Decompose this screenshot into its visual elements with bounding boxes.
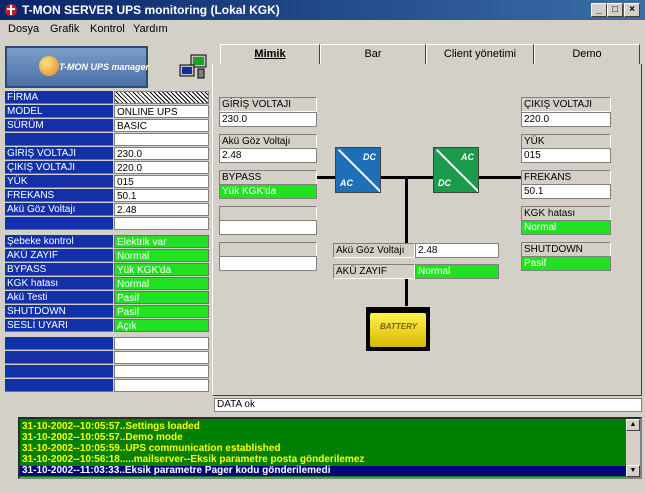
close-button[interactable]: × — [624, 3, 640, 17]
battery-low-label: AKÜ ZAYIF — [333, 264, 415, 279]
wire-input — [317, 176, 335, 179]
input-voltage-label: GİRİŞ VOLTAJI — [219, 97, 317, 112]
bypass-label: BYPASS — [219, 170, 317, 185]
shutdown-label: SHUTDOWN — [521, 242, 611, 257]
logo-emblem — [39, 56, 59, 76]
scroll-up-icon[interactable]: ▲ — [626, 419, 640, 431]
blank-label-2 — [219, 242, 317, 257]
battery-cell-voltage-label: Akü Göz Voltajı — [219, 134, 317, 149]
menu-control[interactable]: Kontrol — [90, 23, 125, 35]
load-value: 015 — [521, 148, 611, 163]
tab-demo[interactable]: Demo — [534, 44, 640, 64]
menu-file[interactable]: Dosya — [8, 23, 39, 35]
output-voltage-value: 220.0 — [521, 112, 611, 127]
shutdown-value: Pasif — [521, 256, 611, 271]
tab-client-management[interactable]: Client yönetimi — [426, 44, 534, 64]
log-line[interactable]: 31-10-2002--10:05:57..Demo mode — [22, 433, 183, 443]
maximize-button[interactable]: □ — [607, 3, 623, 17]
mid-battery-voltage-label: Akü Göz Voltajı — [333, 243, 415, 258]
wire-battery-lower — [405, 278, 408, 306]
log-scrollbar[interactable]: ▲ ▼ — [626, 419, 640, 477]
tab-bar[interactable]: Bar — [320, 44, 426, 64]
blank-label-1 — [219, 206, 317, 221]
firma-value — [114, 91, 209, 104]
tab-mimik[interactable]: Mimik — [220, 44, 320, 64]
event-log[interactable]: 31-10-2002--10:05:57..Settings loaded 31… — [18, 417, 642, 479]
log-line-selected[interactable]: 31-10-2002--11:03:33..Eksik parametre Pa… — [20, 466, 626, 476]
load-label: YÜK — [521, 134, 611, 149]
wire-output — [479, 176, 521, 179]
window-title: T-MON SERVER UPS monitoring (Lokal KGK) — [22, 3, 280, 17]
tmon-logo: T-MON UPS manager — [5, 46, 150, 88]
rectifier-block: DC AC — [335, 147, 381, 193]
battery-cell-voltage-value: 2.48 — [219, 148, 317, 163]
log-line[interactable]: 31-10-2002--10:05:59..UPS communication … — [22, 444, 280, 454]
inverter-block: AC DC — [433, 147, 479, 193]
battery-low-value: Normal — [415, 264, 499, 279]
input-voltage-value: 230.0 — [219, 112, 317, 127]
ups-fault-value: Normal — [521, 220, 611, 235]
menu-help[interactable]: Yardım — [133, 23, 168, 35]
app-icon — [5, 4, 17, 16]
scroll-down-icon[interactable]: ▼ — [626, 465, 640, 477]
network-icon — [179, 54, 207, 79]
menu-graphic[interactable]: Grafik — [50, 23, 79, 35]
menu-bar: Dosya Grafik Kontrol Yardım — [0, 20, 645, 38]
blank-field-2 — [219, 256, 317, 271]
wire-battery-vertical — [405, 178, 408, 243]
frequency-label: FREKANS — [521, 170, 611, 185]
frequency-value: 50.1 — [521, 184, 611, 199]
tab-strip: Mimik Bar Client yönetimi Demo — [212, 44, 642, 64]
log-line[interactable]: 31-10-2002--10:05:57..Settings loaded — [22, 422, 200, 432]
mid-battery-voltage-value: 2.48 — [415, 243, 499, 258]
logo-text: T-MON UPS manager — [59, 62, 150, 72]
title-bar[interactable]: T-MON SERVER UPS monitoring (Lokal KGK) … — [0, 0, 645, 20]
log-line[interactable]: 31-10-2002--10:56:18.....mailserver--Eks… — [22, 455, 364, 465]
data-status: DATA ok — [214, 398, 642, 412]
bypass-value: Yük KGK'da — [219, 184, 317, 199]
blank-field-1 — [219, 220, 317, 235]
battery-icon: BATTERY — [366, 307, 430, 351]
minimize-button[interactable]: _ — [591, 3, 607, 17]
battery-text: BATTERY — [380, 322, 418, 331]
output-voltage-label: ÇIKIŞ VOLTAJI — [521, 97, 611, 112]
ups-fault-label: KGK hatası — [521, 206, 611, 221]
